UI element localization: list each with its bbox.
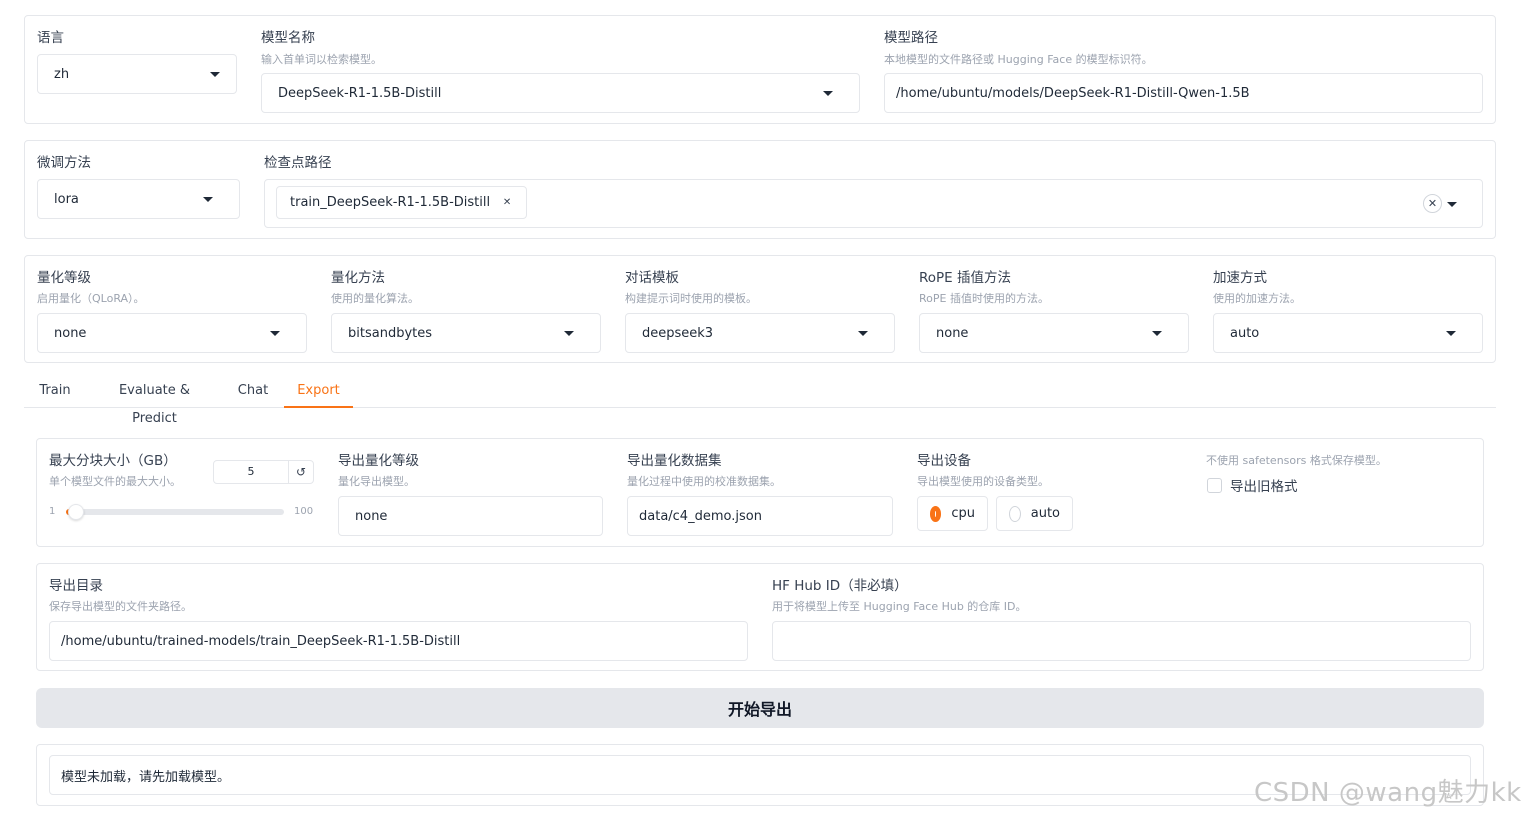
language-label: 语言 [37,30,64,46]
tab-evaluate-predict[interactable]: Evaluate & Predict [96,377,213,426]
export-dir-value: /home/ubuntu/trained-models/train_DeepSe… [61,633,461,649]
export-quant-bit-input[interactable]: none [338,496,603,536]
quant-method-value: bitsandbytes [348,325,433,341]
quant-method-label: 量化方法 [331,270,385,286]
chevron-down-icon [858,330,868,336]
model-path-value: /home/ubuntu/models/DeepSeek-R1-Distill-… [896,85,1250,101]
rope-label: RoPE 插值方法 [919,270,1011,286]
export-quant-bit-label: 导出量化等级 [338,453,419,469]
model-name-label: 模型名称 [261,30,315,46]
device-option-cpu[interactable]: cpu [917,496,988,531]
booster-value: auto [1230,325,1260,341]
quant-bit-label: 量化等级 [37,270,91,286]
start-export-button[interactable]: 开始导出 [36,688,1484,728]
rope-value: none [936,325,969,341]
legacy-format-label[interactable]: 导出旧格式 [1230,475,1298,495]
tab-train[interactable]: Train [30,377,80,408]
radio-unselected-icon [1009,505,1021,522]
export-dir-input[interactable]: /home/ubuntu/trained-models/train_DeepSe… [49,621,748,661]
export-device-info: 导出模型使用的设备类型。 [917,475,1049,488]
export-quant-dataset-input[interactable]: data/c4_demo.json [627,496,893,536]
watermark: CSDN @wang魅力kk [1254,778,1522,808]
slider-handle[interactable] [68,504,84,520]
model-name-info: 输入首单词以检索模型。 [261,53,382,66]
hub-id-label: HF Hub ID（非必填） [772,578,908,594]
template-value: deepseek3 [642,325,714,341]
output-text: 模型未加载，请先加载模型。 [61,769,231,785]
shard-size-info: 单个模型文件的最大大小。 [49,475,181,488]
export-dir-label: 导出目录 [49,578,103,594]
chevron-down-icon [1446,330,1456,336]
radio-selected-icon [930,505,942,522]
finetune-method-dropdown[interactable]: lora [37,179,240,219]
reset-icon[interactable]: ↺ [288,460,314,484]
shard-min-label: 1 [49,506,56,517]
export-quant-bit-value: none [355,508,388,524]
quant-bit-value: none [54,325,87,341]
quant-bit-dropdown[interactable]: none [37,313,307,353]
hub-id-info: 用于将模型上传至 Hugging Face Hub 的仓库 ID。 [772,600,1027,613]
checkpoint-chip-label: train_DeepSeek-R1-1.5B-Distill [290,195,491,210]
shard-size-slider[interactable] [66,504,284,520]
export-quant-dataset-info: 量化过程中使用的校准数据集。 [627,475,781,488]
tab-chat[interactable]: Chat [230,377,276,408]
device-option-label: cpu [951,506,975,521]
chevron-down-icon [203,196,213,202]
export-dir-info: 保存导出模型的文件夹路径。 [49,600,192,613]
template-label: 对话模板 [625,270,679,286]
template-dropdown[interactable]: deepseek3 [625,313,895,353]
device-option-label: auto [1030,506,1060,521]
chevron-down-icon [210,71,220,77]
export-quant-dataset-value: data/c4_demo.json [639,508,762,524]
model-path-input[interactable]: /home/ubuntu/models/DeepSeek-R1-Distill-… [884,73,1483,113]
rope-info: RoPE 插值时使用的方法。 [919,292,1049,305]
clear-all-icon[interactable]: ✕ [1423,194,1442,213]
legacy-format-info: 不使用 safetensors 格式保存模型。 [1206,454,1387,467]
shard-max-label: 100 [294,506,314,517]
checkpoint-label: 检查点路径 [264,155,332,171]
finetune-method-value: lora [54,191,79,207]
chevron-down-icon [270,330,280,336]
template-info: 构建提示词时使用的模板。 [625,292,757,305]
tab-bar: Train Evaluate & Predict Chat Export [24,377,1496,426]
model-name-value: DeepSeek-R1-1.5B-Distill [278,85,442,101]
legacy-format-checkbox[interactable] [1207,478,1222,493]
export-quant-bit-info: 量化导出模型。 [338,475,415,488]
chevron-down-icon [1152,330,1162,336]
chevron-down-icon [564,330,574,336]
quant-method-dropdown[interactable]: bitsandbytes [331,313,601,353]
booster-info: 使用的加速方法。 [1213,292,1301,305]
chevron-down-icon[interactable] [1447,202,1457,207]
booster-dropdown[interactable]: auto [1213,313,1483,353]
tab-export[interactable]: Export [284,377,353,408]
checkpoint-chip[interactable]: train_DeepSeek-R1-1.5B-Distill ✕ [276,186,528,219]
language-value: zh [54,66,70,82]
export-device-label: 导出设备 [917,453,971,469]
shard-size-label: 最大分块大小（GB） [49,453,177,469]
shard-size-input[interactable]: 5 [213,460,289,484]
quant-method-info: 使用的量化算法。 [331,292,419,305]
booster-label: 加速方式 [1213,270,1267,286]
model-path-info: 本地模型的文件路径或 Hugging Face 的模型标识符。 [884,53,1153,66]
chevron-down-icon [823,90,833,96]
model-path-label: 模型路径 [884,30,938,46]
rope-dropdown[interactable]: none [919,313,1189,353]
device-option-auto[interactable]: auto [996,496,1073,531]
finetune-method-label: 微调方法 [37,155,91,171]
export-quant-dataset-label: 导出量化数据集 [627,453,722,469]
language-dropdown[interactable]: zh [37,54,237,94]
hub-id-input[interactable] [772,621,1471,661]
close-icon[interactable]: ✕ [500,196,514,210]
model-name-dropdown[interactable]: DeepSeek-R1-1.5B-Distill [261,73,860,113]
quant-bit-info: 启用量化（QLoRA）。 [37,292,145,305]
